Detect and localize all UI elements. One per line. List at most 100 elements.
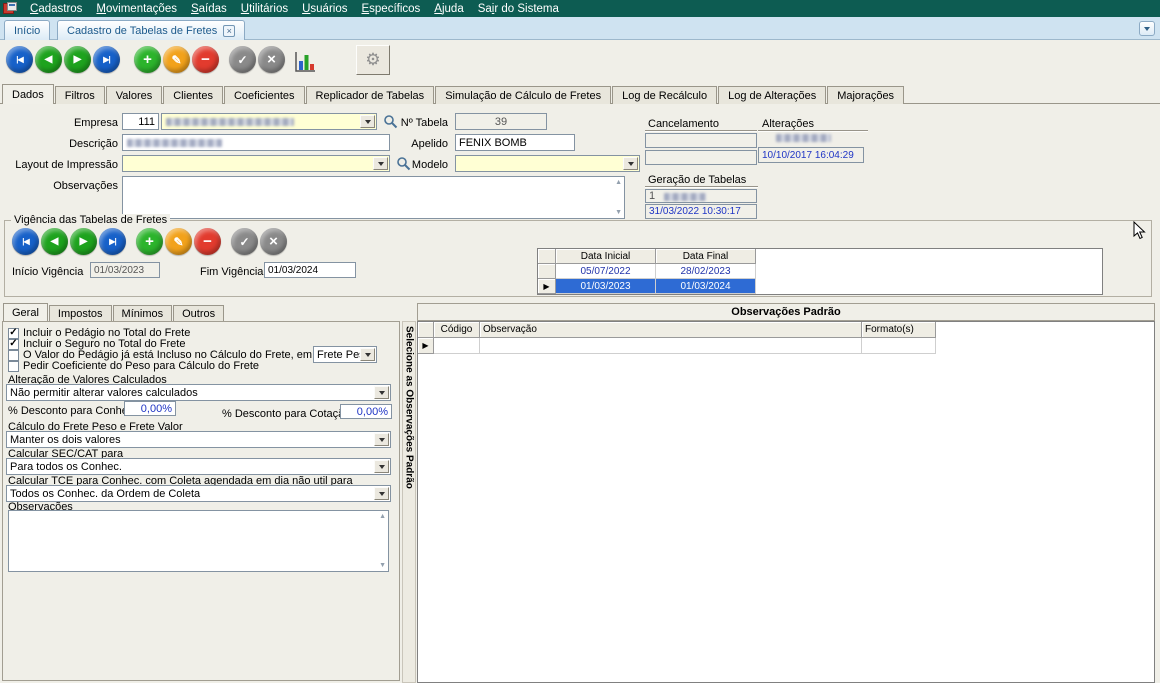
column-header-data-inicial[interactable]: Data Inicial [556, 249, 656, 264]
descricao-field[interactable] [122, 134, 390, 151]
vigencia-delete-button[interactable]: − [194, 228, 221, 255]
column-header-data-final[interactable]: Data Final [656, 249, 756, 264]
dropdown-icon[interactable] [360, 115, 375, 128]
cancelamento-rule [645, 130, 757, 132]
confirm-button[interactable]: ✓ [229, 46, 256, 73]
cancel-button[interactable]: × [258, 46, 285, 73]
cancelamento-date-field [645, 150, 757, 165]
dropdown-icon[interactable] [373, 157, 388, 170]
fim-vigencia-field[interactable]: 01/03/2024 [264, 262, 356, 278]
tab-filtros[interactable]: Filtros [54, 86, 105, 104]
redacted-text [127, 139, 222, 147]
column-header-formato[interactable]: Formato(s) [862, 322, 936, 338]
dropdown-icon[interactable] [623, 157, 638, 170]
subtab-outros[interactable]: Outros [173, 305, 225, 321]
delete-button[interactable]: − [192, 46, 219, 73]
vigencia-nav-first-button[interactable]: |◀ [12, 228, 39, 255]
subtab-impostos[interactable]: Impostos [48, 305, 112, 321]
menu-item-ajuda[interactable]: Ajuda [427, 0, 470, 17]
cell-formato[interactable] [862, 338, 936, 354]
alteracao-valores-combo[interactable]: Não permitir alterar valores calculados [6, 384, 391, 401]
splitter-selecione-observacoes[interactable]: Selecione as Observações Padrão [402, 321, 416, 683]
subtab-minimos[interactable]: Mínimos [112, 305, 173, 321]
cell-data-inicial[interactable]: 05/07/2022 [556, 264, 656, 279]
scroll-up-icon[interactable]: ▲ [379, 513, 386, 520]
vigencia-edit-button[interactable]: ✎ [165, 228, 192, 255]
tab-coeficientes[interactable]: Coeficientes [223, 86, 305, 104]
dropdown-icon[interactable] [360, 348, 375, 361]
cell-observacao[interactable] [480, 338, 862, 354]
tab-valores[interactable]: Valores [105, 86, 163, 104]
gear-icon: ⚙ [365, 50, 381, 69]
column-header-codigo[interactable]: Código [434, 322, 480, 338]
scroll-up-icon[interactable]: ▲ [615, 179, 622, 186]
menu-item-saidas[interactable]: Saídas [184, 0, 234, 17]
cancelamento-user-field [645, 133, 757, 148]
close-tab-icon[interactable]: × [223, 24, 236, 37]
settings-button[interactable]: ⚙ [356, 45, 390, 75]
observacoes-geral-textarea[interactable]: ▲ ▼ [8, 510, 389, 572]
vigencia-cancel-button[interactable]: × [260, 228, 287, 255]
tab-majoracoes[interactable]: Majorações [827, 86, 905, 104]
seccat-combo[interactable]: Para todos os Conhec. [6, 458, 391, 475]
menu-item-movimentacoes[interactable]: Movimentações [89, 0, 184, 17]
menu-item-especificos[interactable]: Específicos [354, 0, 427, 17]
tce-combo[interactable]: Todos os Conhec. da Ordem de Coleta [6, 485, 391, 502]
calculo-frete-combo[interactable]: Manter os dois valores [6, 431, 391, 448]
scroll-down-icon[interactable]: ▼ [379, 562, 386, 569]
modelo-combo[interactable] [455, 155, 640, 172]
sub-tab-strip: Geral Impostos Mínimos Outros [3, 303, 225, 321]
nav-last-button[interactable]: ▶| [93, 46, 120, 73]
frete-peso-combo[interactable]: Frete Peso [313, 346, 377, 363]
column-header-observacao[interactable]: Observação [480, 322, 862, 338]
scroll-down-icon[interactable]: ▼ [615, 209, 622, 216]
cell-data-inicial-selected[interactable]: 01/03/2023 [556, 279, 656, 294]
checkbox-pedir-coeficiente[interactable]: Pedir Coeficiente do Peso para Cálculo d… [8, 360, 259, 372]
tab-replicador-de-tabelas[interactable]: Replicador de Tabelas [305, 86, 435, 104]
vigencia-nav-prior-button[interactable]: ◀ [41, 228, 68, 255]
checkbox-icon [8, 349, 19, 361]
cell-data-final-selected[interactable]: 01/03/2024 [656, 279, 756, 294]
desconto-conhec-field[interactable]: 0,00% [124, 401, 176, 416]
dropdown-icon[interactable] [374, 386, 389, 399]
chart-button[interactable] [293, 50, 317, 74]
tab-cadastro-tabelas-fretes[interactable]: Cadastro de Tabelas de Fretes × [57, 20, 246, 40]
tab-simulacao-de-calculo-de-fretes[interactable]: Simulação de Cálculo de Fretes [435, 86, 612, 104]
row-marker-active-cell: ▶ [418, 338, 434, 354]
vigencia-nav-last-button[interactable]: ▶| [99, 228, 126, 255]
apelido-field[interactable]: FENIX BOMB [455, 134, 575, 151]
cell-codigo[interactable] [434, 338, 480, 354]
nav-first-button[interactable]: |◀ [6, 46, 33, 73]
vigencia-confirm-button[interactable]: ✓ [231, 228, 258, 255]
tab-clientes[interactable]: Clientes [163, 86, 223, 104]
nav-prior-button[interactable]: ◀ [35, 46, 62, 73]
vigencia-insert-button[interactable]: + [136, 228, 163, 255]
geracao-tabelas-label: Geração de Tabelas [648, 174, 747, 186]
checkbox-icon [8, 360, 19, 372]
menu-item-utilitarios[interactable]: Utilitários [234, 0, 295, 17]
cell-data-final[interactable]: 28/02/2023 [656, 264, 756, 279]
tab-dados[interactable]: Dados [2, 84, 54, 104]
layout-impressao-combo[interactable] [122, 155, 390, 172]
subtab-geral[interactable]: Geral [3, 303, 48, 321]
tab-overflow-chevron-icon[interactable] [1139, 21, 1155, 36]
vigencia-nav-next-button[interactable]: ▶ [70, 228, 97, 255]
dropdown-icon[interactable] [374, 487, 389, 500]
tab-inicio[interactable]: Início [4, 20, 51, 40]
dropdown-icon[interactable] [374, 460, 389, 473]
main-tab-strip: Dados Filtros Valores Clientes Coeficien… [2, 84, 905, 104]
menu-item-usuarios[interactable]: Usuários [295, 0, 354, 17]
insert-button[interactable]: + [134, 46, 161, 73]
empresa-code-field[interactable]: 111 [122, 113, 159, 130]
desconto-cotacao-field[interactable]: 0,00% [340, 404, 392, 419]
menu-item-sair-do-sistema[interactable]: Sair do Sistema [471, 0, 566, 17]
alteracoes-datetime-field: 10/10/2017 16:04:29 [758, 147, 864, 163]
edit-button[interactable]: ✎ [163, 46, 190, 73]
tab-log-de-alteracoes[interactable]: Log de Alterações [718, 86, 827, 104]
tab-log-de-recalculo[interactable]: Log de Recálculo [612, 86, 718, 104]
dropdown-icon[interactable] [374, 433, 389, 446]
menu-item-cadastros[interactable]: Cadastros [23, 0, 89, 17]
observacoes-textarea[interactable]: ▲ ▼ [122, 176, 625, 219]
empresa-combo[interactable] [161, 113, 377, 130]
nav-next-button[interactable]: ▶ [64, 46, 91, 73]
